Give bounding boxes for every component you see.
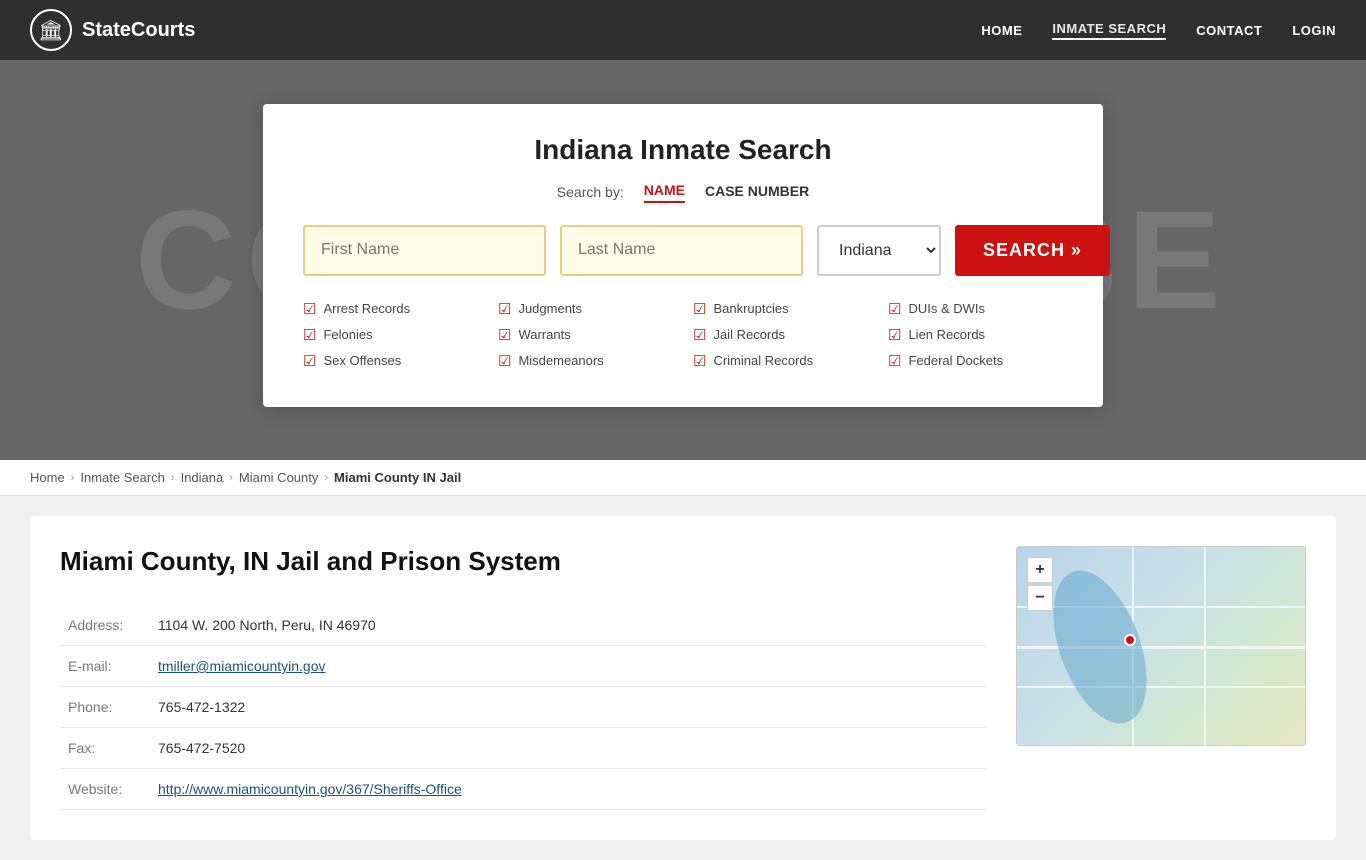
checkbox-label: Jail Records	[713, 327, 785, 342]
breadcrumb-separator: ›	[324, 472, 328, 484]
breadcrumb-separator: ›	[171, 472, 175, 484]
nav-home[interactable]: HOME	[981, 23, 1022, 38]
checkbox-item: ☑ Felonies	[303, 324, 478, 346]
checkbox-label: Misdemeanors	[518, 353, 603, 368]
state-select[interactable]: Indiana Alabama Alaska California Florid…	[817, 225, 941, 276]
checkbox-icon: ☑	[888, 300, 901, 318]
breadcrumb-link-1[interactable]: Inmate Search	[80, 470, 165, 485]
map-zoom-out[interactable]: −	[1027, 585, 1053, 611]
info-row: Fax:765-472-7520	[60, 728, 986, 769]
nav-inmate-search[interactable]: INMATE SEARCH	[1052, 21, 1166, 40]
checkbox-item: ☑ Bankruptcies	[693, 298, 868, 320]
checkbox-label: Criminal Records	[713, 353, 813, 368]
first-name-input[interactable]	[303, 225, 546, 276]
info-link[interactable]: http://www.miamicountyin.gov/367/Sheriff…	[158, 781, 462, 797]
checkbox-label: Lien Records	[908, 327, 985, 342]
info-label: Fax:	[60, 728, 150, 769]
checkbox-label: Bankruptcies	[713, 301, 788, 316]
checkbox-item: ☑ Lien Records	[888, 324, 1063, 346]
content-title: Miami County, IN Jail and Prison System	[60, 546, 986, 577]
checkbox-label: Warrants	[518, 327, 570, 342]
info-label: Address:	[60, 605, 150, 646]
search-by-label: Search by:	[557, 184, 624, 200]
content-card: Miami County, IN Jail and Prison System …	[30, 516, 1336, 840]
checkbox-item: ☑ Arrest Records	[303, 298, 478, 320]
info-row: Phone:765-472-1322	[60, 687, 986, 728]
breadcrumb: Home › Inmate Search › Indiana › Miami County ›…	[0, 460, 1366, 496]
checkbox-item: ☑ DUIs & DWIs	[888, 298, 1063, 320]
tab-case-number[interactable]: CASE NUMBER	[705, 183, 809, 202]
checkbox-icon: ☑	[303, 326, 316, 344]
search-by-row: Search by: NAME CASE NUMBER	[303, 182, 1063, 203]
logo-text: StateCourts	[82, 19, 195, 42]
checkbox-item: ☑ Criminal Records	[693, 350, 868, 372]
info-value: 765-472-1322	[150, 687, 986, 728]
map-zoom-in[interactable]: +	[1027, 557, 1053, 583]
info-link[interactable]: tmiller@miamicountyin.gov	[158, 658, 325, 674]
checkbox-icon: ☑	[303, 352, 316, 370]
info-value[interactable]: tmiller@miamicountyin.gov	[150, 646, 986, 687]
checkbox-icon: ☑	[693, 352, 706, 370]
search-inputs-row: Indiana Alabama Alaska California Florid…	[303, 225, 1063, 276]
checkbox-label: Federal Dockets	[908, 353, 1003, 368]
breadcrumb-current: Miami County IN Jail	[334, 470, 461, 485]
logo-icon: 🏛	[30, 9, 72, 51]
checkbox-icon: ☑	[303, 300, 316, 318]
nav-contact[interactable]: CONTACT	[1196, 23, 1262, 38]
breadcrumb-link-2[interactable]: Indiana	[181, 470, 224, 485]
info-row: Website: http://www.miamicountyin.gov/367…	[60, 769, 986, 810]
content-right: + −	[1016, 546, 1306, 810]
breadcrumb-link-0[interactable]: Home	[30, 470, 65, 485]
checkbox-item: ☑ Judgments	[498, 298, 673, 320]
nav-login[interactable]: LOGIN	[1292, 23, 1336, 38]
search-title: Indiana Inmate Search	[303, 134, 1063, 166]
main-content: Miami County, IN Jail and Prison System …	[0, 496, 1366, 860]
info-label: Website:	[60, 769, 150, 810]
checkbox-grid: ☑ Arrest Records ☑ Judgments ☑ Bankruptcies ☑ D…	[303, 298, 1063, 372]
search-card: Indiana Inmate Search Search by: NAME CA…	[263, 104, 1103, 407]
checkbox-item: ☑ Warrants	[498, 324, 673, 346]
checkbox-item: ☑ Jail Records	[693, 324, 868, 346]
info-label: Phone:	[60, 687, 150, 728]
checkbox-icon: ☑	[693, 300, 706, 318]
checkbox-icon: ☑	[693, 326, 706, 344]
last-name-input[interactable]	[560, 225, 803, 276]
logo[interactable]: 🏛 StateCourts	[30, 9, 195, 51]
breadcrumb-separator: ›	[71, 472, 75, 484]
map-container[interactable]: + −	[1016, 546, 1306, 746]
info-table: Address:1104 W. 200 North, Peru, IN 4697…	[60, 605, 986, 810]
checkbox-item: ☑ Sex Offenses	[303, 350, 478, 372]
info-label: E-mail:	[60, 646, 150, 687]
checkbox-label: DUIs & DWIs	[908, 301, 985, 316]
main-nav: HOME INMATE SEARCH CONTACT LOGIN	[981, 21, 1336, 40]
info-row: Address:1104 W. 200 North, Peru, IN 4697…	[60, 605, 986, 646]
checkbox-icon: ☑	[498, 352, 511, 370]
checkbox-label: Arrest Records	[323, 301, 410, 316]
info-value: 765-472-7520	[150, 728, 986, 769]
tab-name[interactable]: NAME	[644, 182, 685, 203]
header: 🏛 StateCourts HOME INMATE SEARCH CONTACT…	[0, 0, 1366, 60]
map-controls: + −	[1027, 557, 1053, 611]
checkbox-item: ☑ Misdemeanors	[498, 350, 673, 372]
checkbox-label: Felonies	[323, 327, 372, 342]
breadcrumb-separator: ›	[229, 472, 233, 484]
checkbox-icon: ☑	[498, 326, 511, 344]
checkbox-icon: ☑	[498, 300, 511, 318]
checkbox-label: Judgments	[518, 301, 582, 316]
info-value: 1104 W. 200 North, Peru, IN 46970	[150, 605, 986, 646]
info-value[interactable]: http://www.miamicountyin.gov/367/Sheriff…	[150, 769, 986, 810]
checkbox-item: ☑ Federal Dockets	[888, 350, 1063, 372]
checkbox-icon: ☑	[888, 352, 901, 370]
checkbox-icon: ☑	[888, 326, 901, 344]
search-button[interactable]: SEARCH »	[955, 225, 1110, 276]
info-row: E-mail: tmiller@miamicountyin.gov	[60, 646, 986, 687]
content-left: Miami County, IN Jail and Prison System …	[60, 546, 986, 810]
hero-section: COURTHOUSE Indiana Inmate Search Search …	[0, 60, 1366, 460]
checkbox-label: Sex Offenses	[323, 353, 401, 368]
breadcrumb-link-3[interactable]: Miami County	[239, 470, 318, 485]
